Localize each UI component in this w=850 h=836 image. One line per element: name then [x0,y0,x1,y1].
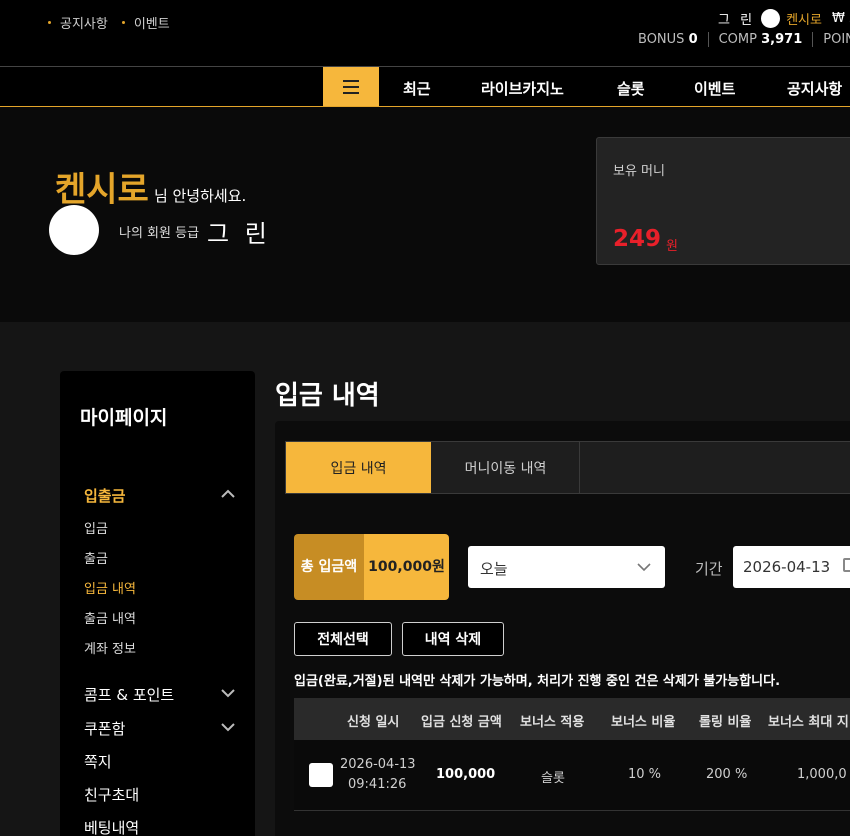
sidebar-item-coupon[interactable]: 쿠폰함 [84,718,125,739]
money-amount: 249 [613,226,662,252]
col-bonus-applied: 보너스 적용 [520,715,585,730]
sidebar-item-message[interactable]: 쪽지 [84,751,112,772]
row-bonus: 슬롯 [541,771,565,786]
row-checkbox[interactable] [309,763,333,787]
sidebar-sub-withdraw-history[interactable]: 출금 내역 [84,608,136,627]
bullet-icon [48,21,51,24]
sidebar-sub-deposit-history[interactable]: 입금 내역 [84,578,136,597]
money-unit: 원 [666,239,678,254]
greeting: 켄시로 님 안녕하세요. [55,162,246,211]
top-link-label: 공지사항 [60,17,108,32]
user-info: 그 린 켄시로 ₩ 2 [718,9,850,28]
avatar [49,205,99,255]
period-select[interactable]: 오늘 [468,546,665,588]
sidebar-sub-deposit[interactable]: 입금 [84,518,108,537]
tab-money-transfer-history[interactable]: 머니이동 내역 [432,442,580,493]
money-card: 보유 머니 249 원 [596,137,850,265]
top-link-label: 이벤트 [133,17,170,32]
row-bonus-rate: 10 % [628,767,662,782]
total-deposit-box: 총 입금액 100,000원 [294,534,449,600]
table-header: 신청 일시 입금 신청 금액 보너스 적용 보너스 비율 롤링 비율 보너스 최… [294,698,850,740]
main-nav: 최근 라이브카지노 슬롯 이벤트 공지사항 [0,66,850,107]
top-bar: 공지사항 이벤트 그 린 켄시로 ₩ 2 BONUS 0 COMP 3,971 … [0,0,850,66]
user-stats: BONUS 0 COMP 3,971 POINT [638,32,850,47]
sidebar-sub-withdraw[interactable]: 출금 [84,548,108,567]
stat-point: POINT [812,32,850,47]
grade-label: 나의 회원 등급 [119,226,200,241]
nav-item-notice[interactable]: 공지사항 [787,78,842,99]
period-select-value: 오늘 [480,560,508,578]
nav-item-recent[interactable]: 최근 [403,78,431,99]
row-time: 09:41:26 [348,777,407,792]
col-request-amount: 입금 신청 금액 [421,715,502,730]
sidebar-title: 마이페이지 [80,407,168,429]
user-grade: 그 린 [718,13,756,28]
bullet-icon [121,21,125,24]
chevron-down-icon[interactable] [221,722,235,732]
chevron-down-icon [637,563,651,572]
sidebar-item-invite[interactable]: 친구초대 [84,784,139,805]
stat-bonus: BONUS 0 [638,32,698,47]
row-amount: 100,000 [436,767,496,782]
user-name[interactable]: 켄시로 [786,9,822,28]
col-bonus-max: 보너스 최대 지 [768,715,849,730]
delete-notice: 입금(완료,거절)된 내역만 삭제가 가능하며, 처리가 진행 중인 건은 삭제… [294,674,781,689]
stat-comp: COMP 3,971 [707,32,813,47]
sidebar: 마이페이지 입출금 입금 출금 입금 내역 출금 내역 계좌 정보 콤프 & 포… [60,371,255,836]
nav-item-event[interactable]: 이벤트 [694,78,735,99]
sidebar-item-comp-point[interactable]: 콤프 & 포인트 [84,684,174,705]
date-input[interactable]: 2026-04-13 [733,546,850,588]
chevron-down-icon[interactable] [221,688,235,698]
nav-item-slot[interactable]: 슬롯 [617,78,645,99]
tab-bar: 입금 내역 머니이동 내역 [285,441,850,494]
period-label: 기간 [695,560,723,578]
greeting-text: 님 안녕하세요. [153,187,247,205]
top-link-notice[interactable]: 공지사항 [48,13,108,32]
row-rolling-rate: 200 % [706,767,748,782]
menu-icon[interactable] [323,67,379,106]
page-title: 입금 내역 [275,381,380,411]
tab-deposit-history[interactable]: 입금 내역 [286,442,431,493]
date-value: 2026-04-13 [743,558,831,576]
greeting-name: 켄시로 [55,170,149,210]
money-label: 보유 머니 [613,164,665,179]
sidebar-sub-account-info[interactable]: 계좌 정보 [84,638,136,657]
sidebar-item-deposit-withdraw[interactable]: 입출금 [84,485,125,506]
col-request-date: 신청 일시 [347,715,400,730]
col-bonus-rate: 보너스 비율 [611,715,676,730]
table-row [294,740,850,811]
chevron-up-icon[interactable] [221,489,235,499]
sidebar-item-bet-history[interactable]: 베팅내역 [84,817,139,836]
col-rolling-rate: 롤링 비율 [699,715,752,730]
top-links: 공지사항 이벤트 [48,13,170,32]
total-value: 100,000원 [364,534,449,600]
top-link-event[interactable]: 이벤트 [121,13,170,32]
total-label: 총 입금액 [294,534,364,600]
user-balance: ₩ 2 [831,11,850,26]
grade-badge-icon [761,9,781,28]
calendar-icon[interactable] [843,558,850,572]
grade-value: 그 린 [207,220,271,248]
nav-item-live-casino[interactable]: 라이브카지노 [481,78,564,99]
delete-history-button[interactable]: 내역 삭제 [402,622,504,656]
select-all-button[interactable]: 전체선택 [294,622,392,656]
row-bonus-max: 1,000,0 [797,767,847,782]
row-date: 2026-04-13 [340,757,416,772]
